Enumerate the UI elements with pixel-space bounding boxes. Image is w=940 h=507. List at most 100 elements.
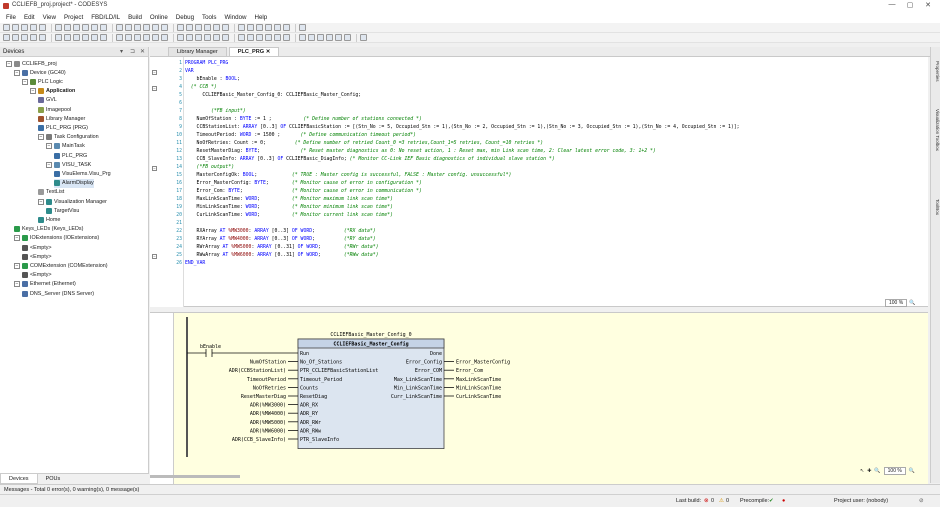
zoom-level-fbd[interactable]: 100 % <box>883 466 906 475</box>
tree-node[interactable]: − Device (GC40) <box>14 68 66 77</box>
toolbar-button-icon[interactable] <box>274 24 281 31</box>
tree-node[interactable]: − MainTask <box>46 142 85 151</box>
tab-toolbox[interactable]: ToolBox <box>932 199 940 215</box>
toolbar-button-icon[interactable] <box>12 34 19 41</box>
zoom-icon[interactable]: 🔍 <box>909 468 915 474</box>
menu-help[interactable]: Help <box>254 14 267 21</box>
close-pane-icon[interactable]: ✕ <box>140 48 145 55</box>
fold-icon[interactable]: − <box>152 86 157 91</box>
tree-node[interactable]: VisuElems.Visu_Prg <box>54 169 111 178</box>
toolbar-button-icon[interactable] <box>82 24 89 31</box>
precompile-ok-icon[interactable]: ✔ <box>769 498 774 504</box>
toolbar-button-icon[interactable] <box>55 34 62 41</box>
toolbar-button-icon[interactable] <box>344 34 351 41</box>
toolbar-button-icon[interactable] <box>143 34 150 41</box>
toolbar-button-icon[interactable] <box>195 34 202 41</box>
toolbar-button-icon[interactable] <box>213 24 220 31</box>
collapse-icon[interactable]: − <box>46 161 52 168</box>
toolbar-button-icon[interactable] <box>39 24 46 31</box>
toolbar-button-icon[interactable] <box>299 34 306 41</box>
toolbar-button-icon[interactable] <box>247 34 254 41</box>
collapse-icon[interactable]: − <box>14 262 20 269</box>
tree-node[interactable]: <Empty> <box>22 252 52 261</box>
tree-node[interactable]: − VISU_TASK <box>46 160 91 169</box>
menu-edit[interactable]: Edit <box>24 14 35 21</box>
collapse-icon[interactable]: − <box>14 281 20 288</box>
collapse-icon[interactable]: − <box>38 134 44 141</box>
tree-node[interactable]: − COMExtension (COMExtension) <box>14 261 108 270</box>
toolbar-button-icon[interactable] <box>360 34 367 41</box>
tree-node[interactable]: PLC_PRG <box>54 151 87 160</box>
toolbar-button-icon[interactable] <box>256 34 263 41</box>
collapse-icon[interactable]: − <box>6 60 12 67</box>
toolbar-button-icon[interactable] <box>116 24 123 31</box>
toolbar-button-icon[interactable] <box>308 34 315 41</box>
tree-node[interactable]: <Empty> <box>22 271 52 280</box>
toolbar-button-icon[interactable] <box>116 34 123 41</box>
menu-fbd-ld-il[interactable]: FBD/LD/IL <box>91 14 120 21</box>
menu-view[interactable]: View <box>43 14 56 21</box>
toolbar-button-icon[interactable] <box>335 34 342 41</box>
toolbar-button-icon[interactable] <box>100 24 107 31</box>
toolbar-button-icon[interactable] <box>283 34 290 41</box>
toolbar-button-icon[interactable] <box>204 34 211 41</box>
tree-node[interactable]: Keys_LEDs (Keys_LEDs) <box>14 225 83 234</box>
toolbar-button-icon[interactable] <box>125 24 132 31</box>
tree-node[interactable]: PLC_PRG (PRG) <box>38 123 88 132</box>
toolbar-button-icon[interactable] <box>30 24 37 31</box>
tab-properties[interactable]: Properties <box>932 61 940 82</box>
menu-file[interactable]: File <box>6 14 16 21</box>
toolbar-button-icon[interactable] <box>195 24 202 31</box>
tree-node[interactable]: − PLC Logic <box>22 77 63 86</box>
pointer-tool-icon[interactable]: ↖ <box>860 468 864 474</box>
tree-node[interactable]: Home <box>38 215 60 224</box>
toolbar-button-icon[interactable] <box>222 24 229 31</box>
fbd-editor[interactable]: CCLIEFBasic_Master_Config_0 CCLIEFBasic_M… <box>150 312 928 485</box>
toolbar-button-icon[interactable] <box>186 24 193 31</box>
tree-node[interactable]: TargetVisu <box>46 206 79 215</box>
close-tab-icon[interactable]: ✕ <box>266 49 271 55</box>
collapse-icon[interactable]: − <box>14 235 20 242</box>
collapse-icon[interactable]: − <box>30 88 36 95</box>
user-status-icon[interactable]: ⊘ <box>919 498 924 504</box>
tree-node[interactable]: − IOExtensions (IOExtensions) <box>14 234 99 243</box>
toolbar-button-icon[interactable] <box>326 34 333 41</box>
auto-hide-icon[interactable]: ⊐ <box>130 48 135 55</box>
toolbar-button-icon[interactable] <box>91 24 98 31</box>
menu-project[interactable]: Project <box>64 14 83 21</box>
menu-debug[interactable]: Debug <box>176 14 194 21</box>
toolbar-button-icon[interactable] <box>256 24 263 31</box>
tab-plc-prg[interactable]: PLC_PRG ✕ <box>228 47 280 56</box>
tree-node[interactable]: − Visualization Manager <box>38 197 107 206</box>
toolbar-button-icon[interactable] <box>100 34 107 41</box>
toolbar-button-icon[interactable] <box>152 34 159 41</box>
tree-node[interactable]: Imagepool <box>38 105 71 114</box>
toolbar-button-icon[interactable] <box>12 24 19 31</box>
fold-icon[interactable]: − <box>152 254 157 259</box>
toolbar-button-icon[interactable] <box>73 34 80 41</box>
fold-icon[interactable]: − <box>152 166 157 171</box>
toolbar-button-icon[interactable] <box>161 34 168 41</box>
minimize-button[interactable]: — <box>885 1 899 8</box>
toolbar-button-icon[interactable] <box>64 24 71 31</box>
toolbar-button-icon[interactable] <box>30 34 37 41</box>
messages-bar[interactable]: Messages - Total 0 error(s), 0 warning(s… <box>0 484 940 494</box>
menu-online[interactable]: Online <box>150 14 168 21</box>
toolbar-button-icon[interactable] <box>125 34 132 41</box>
maximize-button[interactable]: ▢ <box>903 1 917 9</box>
toolbar-button-icon[interactable] <box>238 34 245 41</box>
tab-visualization-toolbox[interactable]: Visualization Toolbox <box>932 109 940 151</box>
tree-node[interactable]: <Empty> <box>22 243 52 252</box>
toolbar-button-icon[interactable] <box>317 34 324 41</box>
toolbar-button-icon[interactable] <box>73 24 80 31</box>
tree-node[interactable]: − CCLIEFB_proj <box>6 59 57 68</box>
grid-tool-icon[interactable]: ✚ <box>867 468 871 474</box>
toolbar-button-icon[interactable] <box>213 34 220 41</box>
toolbar-button-icon[interactable] <box>204 24 211 31</box>
toolbar-button-icon[interactable] <box>186 34 193 41</box>
pin-icon[interactable]: ▾ <box>120 48 123 55</box>
menu-tools[interactable]: Tools <box>202 14 216 21</box>
toolbar-button-icon[interactable] <box>177 24 184 31</box>
toolbar-button-icon[interactable] <box>274 34 281 41</box>
toolbar-button-icon[interactable] <box>299 24 306 31</box>
